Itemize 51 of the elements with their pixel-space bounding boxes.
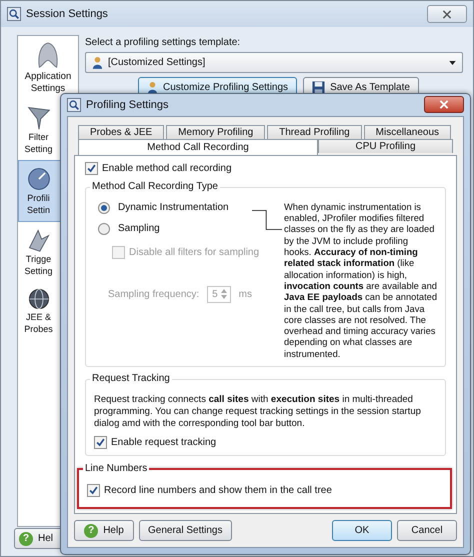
unit-label: ms [238,288,252,300]
close-icon [439,100,449,110]
group-title: Request Tracking [90,373,172,384]
magnifier-icon [67,98,81,112]
magnifier-icon [7,7,21,21]
group-title: Line Numbers [83,463,150,474]
radio-label: Sampling [118,223,160,234]
checkbox-label: Enable request tracking [111,437,216,448]
group-title: Method Call Recording Type [90,180,220,192]
tab[interactable]: Probes & JEE [78,124,164,139]
dialog-button[interactable]: OK [332,520,392,541]
radio-button[interactable] [98,222,110,235]
radio-button[interactable] [98,202,110,214]
caret-icon [449,60,456,64]
sidebar-item[interactable]: Application Settings [18,36,78,100]
dialog-button[interactable]: General Settings [139,520,232,541]
description-text: When dynamic instrumentation is enabled, JProfiler modifies filtered classes on the fly as they are loaded by the JVM to include profiling hooks. Accuracy of non-timing related stack information (like allocation information) is high, invocation counts are available and Java EE payloads can be annotated in the call tree, but calls from Java core classes are not resolved. The overhead and timing accuracy varies depending on what classes are instrumented. [284,202,437,360]
checkbox-label: Disable all filters for sampling [129,246,260,258]
person-icon [92,56,103,69]
close-button[interactable] [427,5,467,23]
spinner-arrows-icon [220,288,228,300]
checkbox[interactable] [94,436,107,449]
sidebar-item[interactable]: JEE & Probes [18,282,78,340]
tab[interactable]: Miscellaneous [364,124,452,139]
checkbox-label: Record line numbers and show them in the call tree [104,485,332,496]
checkbox[interactable] [87,484,100,497]
radio-label: Dynamic Instrumentation [118,202,229,214]
description-text: Request tracking connects call sites with execution sites in multi-threaded programming. You can change request tracking settings in the session startup dialog amd with the corresponding tool bar button. [94,394,422,430]
checkbox[interactable] [85,162,98,175]
gauge-icon [26,166,52,192]
frequency-label: Sampling frequency: [108,288,200,300]
dialog-button[interactable]: ? Help [74,520,134,541]
checkbox-label: Enable method call recording [102,162,232,174]
globe-icon [26,287,50,311]
template-dropdown[interactable]: [Customized Settings] [85,52,463,73]
template-label: Select a profiling settings template: [85,37,242,48]
tab[interactable]: Thread Profiling [267,124,362,139]
help-icon: ? [19,532,33,546]
dialog-title: Profiling Settings [86,98,169,111]
tab[interactable]: Memory Profiling [166,124,266,139]
funnel-icon [26,105,52,131]
window-title: Session Settings [26,8,108,20]
dialog-button[interactable]: Cancel [397,520,457,541]
sidebar-item[interactable]: Trigge Setting [18,222,78,282]
tab[interactable]: Method Call Recording [78,138,318,155]
sidebar-item[interactable]: Filter Setting [18,100,78,160]
person-icon [147,81,158,94]
close-button[interactable] [424,96,464,114]
close-icon [442,10,452,18]
tab[interactable]: CPU Profiling [318,138,453,153]
help-icon: ? [84,524,98,538]
